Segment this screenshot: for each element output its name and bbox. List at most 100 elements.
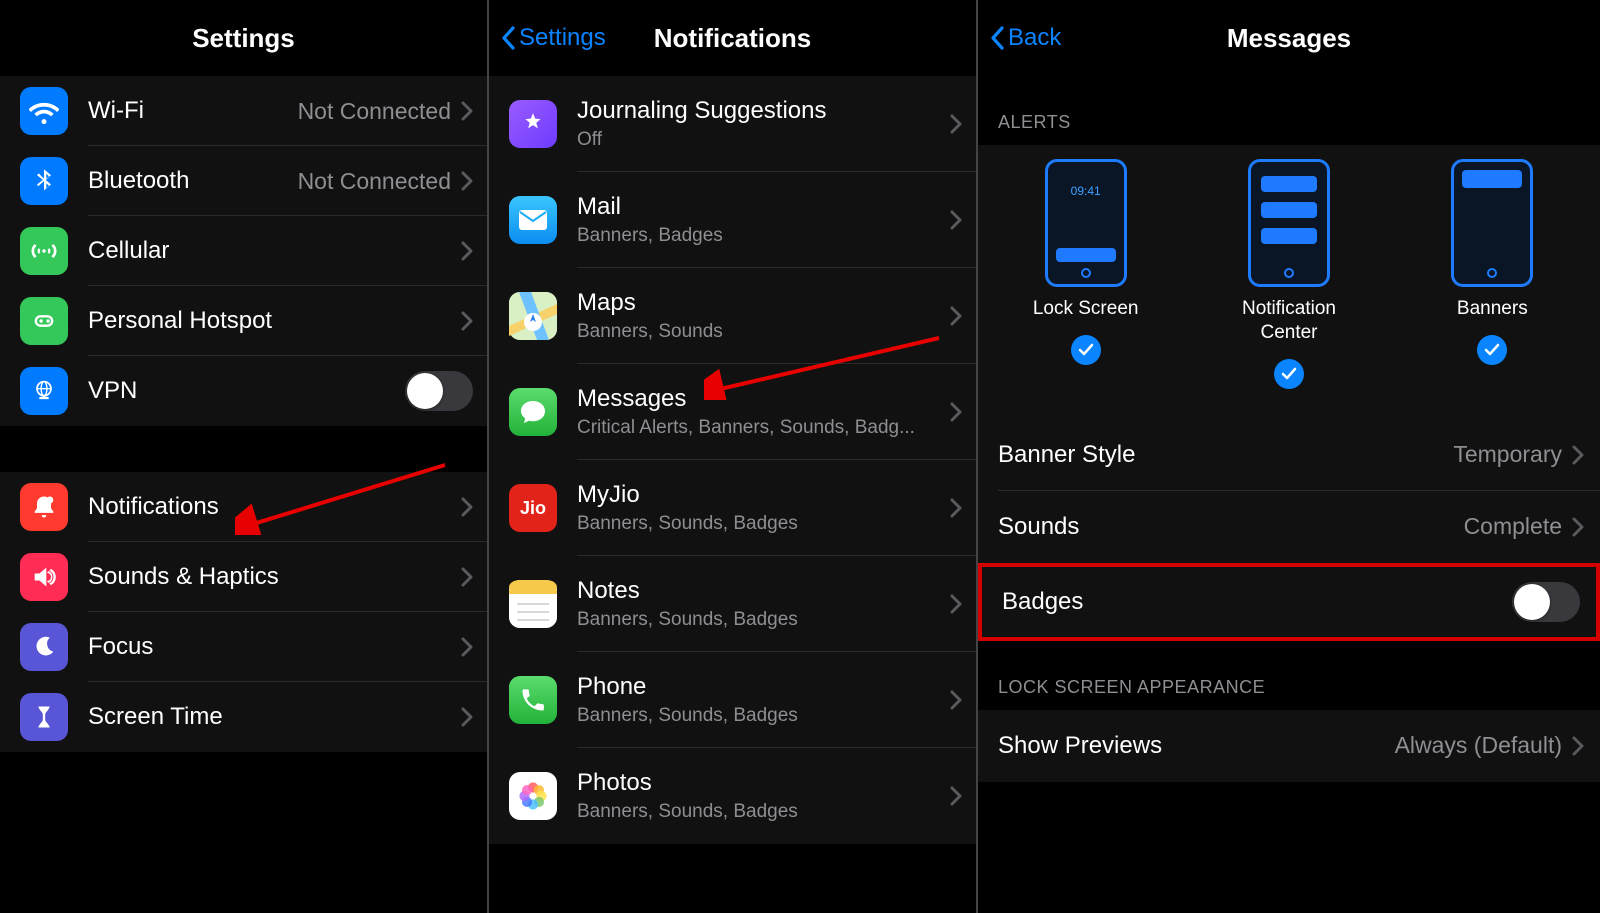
page-title: Notifications bbox=[654, 23, 811, 54]
settings-panel: Settings Wi-Fi Not Connected Bluetooth N… bbox=[0, 0, 487, 913]
row-sub: Banners, Sounds, Badges bbox=[577, 609, 950, 631]
section-gap bbox=[0, 426, 487, 472]
row-label: Personal Hotspot bbox=[88, 307, 461, 336]
row-label: VPN bbox=[88, 377, 405, 406]
row-label: Notifications bbox=[88, 493, 461, 522]
myjio-icon: Jio bbox=[509, 484, 557, 532]
navbar-messages: Back Messages bbox=[978, 0, 1600, 76]
alert-option-notification-center[interactable]: NotificationCenter bbox=[1214, 159, 1364, 409]
chevron-left-icon bbox=[501, 26, 515, 50]
chevron-right-icon bbox=[950, 402, 962, 422]
row-phone[interactable]: Phone Banners, Sounds, Badges bbox=[489, 652, 976, 748]
row-journaling[interactable]: Journaling Suggestions Off bbox=[489, 76, 976, 172]
settings-group-notifications: Notifications Sounds & Haptics Focus bbox=[0, 472, 487, 752]
row-hotspot[interactable]: Personal Hotspot bbox=[0, 286, 487, 356]
section-header-alerts: ALERTS bbox=[978, 76, 1600, 145]
messages-icon bbox=[509, 388, 557, 436]
row-sub: Banners, Sounds, Badges bbox=[577, 705, 950, 727]
row-label: Maps bbox=[577, 289, 950, 318]
row-wifi[interactable]: Wi-Fi Not Connected bbox=[0, 76, 487, 146]
row-screen-time[interactable]: Screen Time bbox=[0, 682, 487, 752]
row-photos[interactable]: Photos Banners, Sounds, Badges bbox=[489, 748, 976, 844]
check-icon bbox=[1477, 335, 1507, 365]
row-bluetooth[interactable]: Bluetooth Not Connected bbox=[0, 146, 487, 216]
hotspot-icon bbox=[20, 297, 68, 345]
chevron-left-icon bbox=[990, 26, 1004, 50]
row-label: Screen Time bbox=[88, 703, 461, 732]
vpn-toggle[interactable] bbox=[405, 371, 473, 411]
focus-icon bbox=[20, 623, 68, 671]
chevron-right-icon bbox=[461, 497, 473, 517]
chevron-right-icon bbox=[461, 171, 473, 191]
row-value: Always (Default) bbox=[1395, 732, 1562, 759]
banners-preview-icon bbox=[1451, 159, 1533, 287]
cellular-icon bbox=[20, 227, 68, 275]
notifications-panel: Settings Notifications Journaling Sugges… bbox=[487, 0, 976, 913]
row-value: Temporary bbox=[1453, 441, 1562, 468]
chevron-right-icon bbox=[950, 690, 962, 710]
notifications-app-list: Journaling Suggestions Off Mail Banners,… bbox=[489, 76, 976, 844]
alert-option-label: Lock Screen bbox=[1011, 297, 1161, 321]
row-mail[interactable]: Mail Banners, Badges bbox=[489, 172, 976, 268]
maps-icon bbox=[509, 292, 557, 340]
row-label: Focus bbox=[88, 633, 461, 662]
row-label: Messages bbox=[577, 385, 950, 414]
phone-icon bbox=[509, 676, 557, 724]
alerts-options: 09:41 Lock Screen NotificationCenter bbox=[978, 145, 1600, 419]
badges-toggle[interactable] bbox=[1512, 582, 1580, 622]
row-label: Wi-Fi bbox=[88, 97, 298, 126]
photos-icon bbox=[509, 772, 557, 820]
chevron-right-icon bbox=[461, 637, 473, 657]
alert-option-lock-screen[interactable]: 09:41 Lock Screen bbox=[1011, 159, 1161, 409]
back-label: Settings bbox=[519, 24, 606, 52]
row-sounds[interactable]: Sounds Complete bbox=[978, 491, 1600, 563]
row-label: Sounds & Haptics bbox=[88, 563, 461, 592]
chevron-right-icon bbox=[1572, 736, 1584, 756]
page-title: Messages bbox=[1227, 23, 1351, 54]
row-vpn[interactable]: VPN bbox=[0, 356, 487, 426]
row-sub: Banners, Sounds bbox=[577, 321, 950, 343]
row-sounds-haptics[interactable]: Sounds & Haptics bbox=[0, 542, 487, 612]
navbar-settings: Settings bbox=[0, 0, 487, 76]
back-label: Back bbox=[1008, 24, 1061, 52]
notifications-icon bbox=[20, 483, 68, 531]
row-focus[interactable]: Focus bbox=[0, 612, 487, 682]
notification-center-preview-icon bbox=[1248, 159, 1330, 287]
alert-option-label: Banners bbox=[1417, 297, 1567, 321]
chevron-right-icon bbox=[950, 210, 962, 230]
chevron-right-icon bbox=[1572, 517, 1584, 537]
row-label: Sounds bbox=[998, 513, 1464, 541]
chevron-right-icon bbox=[950, 594, 962, 614]
preview-time: 09:41 bbox=[1048, 184, 1124, 198]
alert-option-banners[interactable]: Banners bbox=[1417, 159, 1567, 409]
annotation-highlight-badges: Badges bbox=[978, 563, 1600, 641]
chevron-right-icon bbox=[461, 311, 473, 331]
lock-screen-preview-icon: 09:41 bbox=[1045, 159, 1127, 287]
row-label: Photos bbox=[577, 769, 950, 798]
row-badges[interactable]: Badges bbox=[982, 567, 1596, 637]
row-sub: Critical Alerts, Banners, Sounds, Badg..… bbox=[577, 417, 950, 439]
page-title: Settings bbox=[192, 23, 295, 54]
row-notifications[interactable]: Notifications bbox=[0, 472, 487, 542]
row-show-previews[interactable]: Show Previews Always (Default) bbox=[978, 710, 1600, 782]
row-label: Banner Style bbox=[998, 441, 1453, 469]
row-messages[interactable]: Messages Critical Alerts, Banners, Sound… bbox=[489, 364, 976, 460]
row-value: Complete bbox=[1464, 513, 1562, 540]
chevron-right-icon bbox=[1572, 445, 1584, 465]
mail-icon bbox=[509, 196, 557, 244]
wifi-icon bbox=[20, 87, 68, 135]
back-button[interactable]: Settings bbox=[501, 0, 606, 76]
row-maps[interactable]: Maps Banners, Sounds bbox=[489, 268, 976, 364]
bluetooth-icon bbox=[20, 157, 68, 205]
row-banner-style[interactable]: Banner Style Temporary bbox=[978, 419, 1600, 491]
row-myjio[interactable]: Jio MyJio Banners, Sounds, Badges bbox=[489, 460, 976, 556]
journal-icon bbox=[509, 100, 557, 148]
row-notes[interactable]: Notes Banners, Sounds, Badges bbox=[489, 556, 976, 652]
row-label: Bluetooth bbox=[88, 167, 298, 196]
row-value: Not Connected bbox=[298, 98, 451, 125]
row-label: MyJio bbox=[577, 481, 950, 510]
row-label: Badges bbox=[1002, 588, 1512, 616]
check-icon bbox=[1274, 359, 1304, 389]
row-cellular[interactable]: Cellular bbox=[0, 216, 487, 286]
back-button[interactable]: Back bbox=[990, 0, 1061, 76]
